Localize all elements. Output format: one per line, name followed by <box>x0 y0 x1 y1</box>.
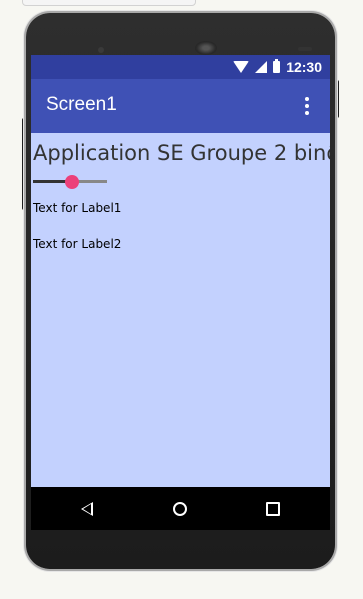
label-2: Text for Label2 <box>33 237 122 251</box>
slider-thumb[interactable] <box>65 175 79 189</box>
status-clock: 12:30 <box>286 59 322 75</box>
proximity-sensor <box>298 47 312 51</box>
power-button <box>335 80 339 118</box>
phone-screen: 12:30 Screen1 Application SE Groupe 2 bi… <box>31 55 330 487</box>
navigation-bar <box>31 487 330 530</box>
back-icon[interactable] <box>81 502 93 516</box>
front-camera <box>98 47 104 53</box>
app-title-label: Application SE Groupe 2 binô <box>33 141 330 165</box>
overflow-menu-icon[interactable] <box>305 97 309 115</box>
wifi-icon <box>233 61 250 73</box>
battery-icon <box>273 59 281 73</box>
recent-apps-icon[interactable] <box>266 502 280 516</box>
signal-icon <box>255 61 268 73</box>
browser-tab-stub <box>22 0 196 6</box>
home-icon[interactable] <box>173 502 187 516</box>
app-bar: Screen1 <box>31 79 330 133</box>
earpiece-speaker <box>195 41 217 55</box>
status-bar: 12:30 <box>31 55 330 79</box>
label-1: Text for Label1 <box>33 201 122 215</box>
screen-title: Screen1 <box>46 94 117 115</box>
slider[interactable] <box>33 173 107 191</box>
